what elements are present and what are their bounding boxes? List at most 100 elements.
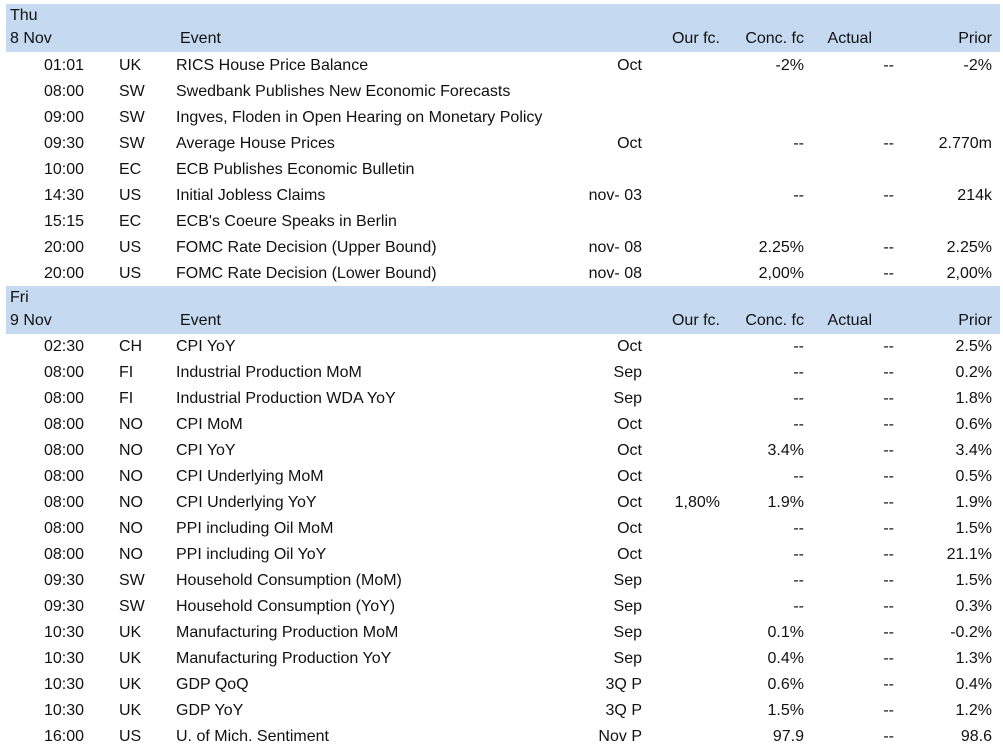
prior-cell: 2,00%	[946, 265, 992, 282]
event-cell: CPI YoY	[176, 338, 236, 355]
col-prior-header: Prior	[958, 312, 992, 329]
prior-cell: 2.25%	[946, 239, 992, 256]
country-cell: UK	[119, 676, 142, 693]
period-cell: 3Q P	[605, 676, 642, 693]
time-cell: 10:30	[44, 650, 85, 667]
actual-cell: --	[883, 416, 894, 433]
date-label: 9 Nov	[10, 312, 52, 329]
period-cell: Sep	[613, 650, 642, 667]
table-row: 10:30 UK Manufacturing Production MoM Sep 0.…	[6, 620, 1000, 646]
table-row: 10:30 UK GDP QoQ 3Q P 0.6% -- 0.4%	[6, 672, 1000, 698]
time-cell: 08:00	[44, 416, 85, 433]
time-cell: 09:00	[44, 109, 85, 126]
country-cell: CH	[119, 338, 143, 355]
event-cell: Manufacturing Production YoY	[176, 650, 392, 667]
actual-cell: --	[883, 390, 894, 407]
prior-cell: 1.8%	[955, 390, 992, 407]
event-cell: Ingves, Floden in Open Hearing on Moneta…	[176, 109, 543, 126]
time-cell: 08:00	[44, 83, 85, 100]
country-cell: UK	[119, 57, 142, 74]
event-cell: GDP YoY	[176, 702, 244, 719]
consensus-forecast-cell: --	[793, 390, 804, 407]
time-cell: 09:30	[44, 598, 85, 615]
table-row: 09:00 SW Ingves, Floden in Open Hearing on…	[6, 105, 1000, 131]
table-row: 08:00 NO PPI including Oil MoM Oct -- -- 1.5%	[6, 516, 1000, 542]
consensus-forecast-cell: -2%	[775, 57, 804, 74]
period-cell: Oct	[617, 494, 642, 511]
prior-cell: 21.1%	[946, 546, 992, 563]
country-cell: FI	[119, 364, 134, 381]
period-cell: Oct	[617, 416, 642, 433]
time-cell: 20:00	[44, 239, 85, 256]
prior-cell: 1.5%	[955, 572, 992, 589]
table-row: 08:00 NO PPI including Oil YoY Oct -- -- 21.1%	[6, 542, 1000, 568]
event-cell: CPI MoM	[176, 416, 243, 433]
col-prior-header: Prior	[958, 30, 992, 47]
event-cell: Swedbank Publishes New Economic Forecast…	[176, 83, 511, 100]
event-cell: Manufacturing Production MoM	[176, 624, 399, 641]
period-cell: Oct	[617, 442, 642, 459]
time-cell: 10:00	[44, 161, 85, 178]
prior-cell: 0.2%	[955, 364, 992, 381]
country-cell: EC	[119, 161, 142, 178]
consensus-forecast-cell: 1.9%	[767, 494, 804, 511]
prior-cell: 1.3%	[955, 650, 992, 667]
col-conc-fc-header: Conc. fc	[745, 30, 804, 47]
table-row: 08:00 NO CPI YoY Oct 3.4% -- 3.4%	[6, 438, 1000, 464]
table-row: 09:30 SW Household Consumption (MoM) Sep -- -…	[6, 568, 1000, 594]
prior-cell: 2.5%	[955, 338, 992, 355]
period-cell: Sep	[613, 390, 642, 407]
actual-cell: --	[883, 135, 894, 152]
table-row: 08:00 FI Industrial Production MoM Sep -- -- 0…	[6, 360, 1000, 386]
col-our-fc-header: Our fc.	[671, 312, 720, 329]
period-cell: Sep	[613, 598, 642, 615]
event-cell: PPI including Oil YoY	[176, 546, 327, 563]
prior-cell: 0.4%	[955, 676, 992, 693]
country-cell: NO	[119, 416, 143, 433]
country-cell: NO	[119, 442, 143, 459]
time-cell: 16:00	[44, 728, 85, 745]
actual-cell: --	[883, 624, 894, 641]
time-cell: 02:30	[44, 338, 85, 355]
consensus-forecast-cell: 3.4%	[767, 442, 804, 459]
country-cell: US	[119, 239, 142, 256]
actual-cell: --	[883, 442, 894, 459]
actual-cell: --	[883, 57, 894, 74]
time-cell: 08:00	[44, 520, 85, 537]
table-row: 08:00 NO CPI Underlying YoY Oct 1,80% 1.9% -- 1…	[6, 490, 1000, 516]
period-cell: Oct	[617, 468, 642, 485]
country-cell: SW	[119, 109, 145, 126]
country-cell: SW	[119, 598, 145, 615]
country-cell: UK	[119, 624, 142, 641]
actual-cell: --	[883, 598, 894, 615]
event-cell: Household Consumption (MoM)	[176, 572, 402, 589]
event-cell: Industrial Production MoM	[176, 364, 362, 381]
actual-cell: --	[883, 468, 894, 485]
country-cell: EC	[119, 213, 142, 230]
event-cell: CPI Underlying YoY	[176, 494, 317, 511]
table-row: 08:00 FI Industrial Production WDA YoY Sep -…	[6, 386, 1000, 412]
country-cell: SW	[119, 135, 145, 152]
consensus-forecast-cell: --	[793, 416, 804, 433]
col-actual-header: Actual	[827, 30, 872, 47]
col-conc-fc-header: Conc. fc	[745, 312, 804, 329]
consensus-forecast-cell: 1.5%	[767, 702, 804, 719]
time-cell: 08:00	[44, 390, 85, 407]
actual-cell: --	[883, 239, 894, 256]
prior-cell: 1.2%	[955, 702, 992, 719]
prior-cell: 0.5%	[955, 468, 992, 485]
period-cell: nov- 08	[588, 265, 642, 282]
table-row: 20:00 US FOMC Rate Decision (Lower Bound) n…	[6, 261, 1000, 287]
prior-cell: 0.3%	[955, 598, 992, 615]
actual-cell: --	[883, 572, 894, 589]
prior-cell: 2.770m	[938, 135, 992, 152]
actual-cell: --	[883, 338, 894, 355]
prior-cell: 98.6	[960, 728, 992, 745]
country-cell: SW	[119, 83, 145, 100]
prior-cell: 0.6%	[955, 416, 992, 433]
time-cell: 15:15	[44, 213, 85, 230]
day-label: Thu	[10, 7, 38, 24]
table-row: 10:00 EC ECB Publishes Economic Bulletin	[6, 157, 1000, 183]
country-cell: US	[119, 187, 142, 204]
time-cell: 09:30	[44, 572, 85, 589]
